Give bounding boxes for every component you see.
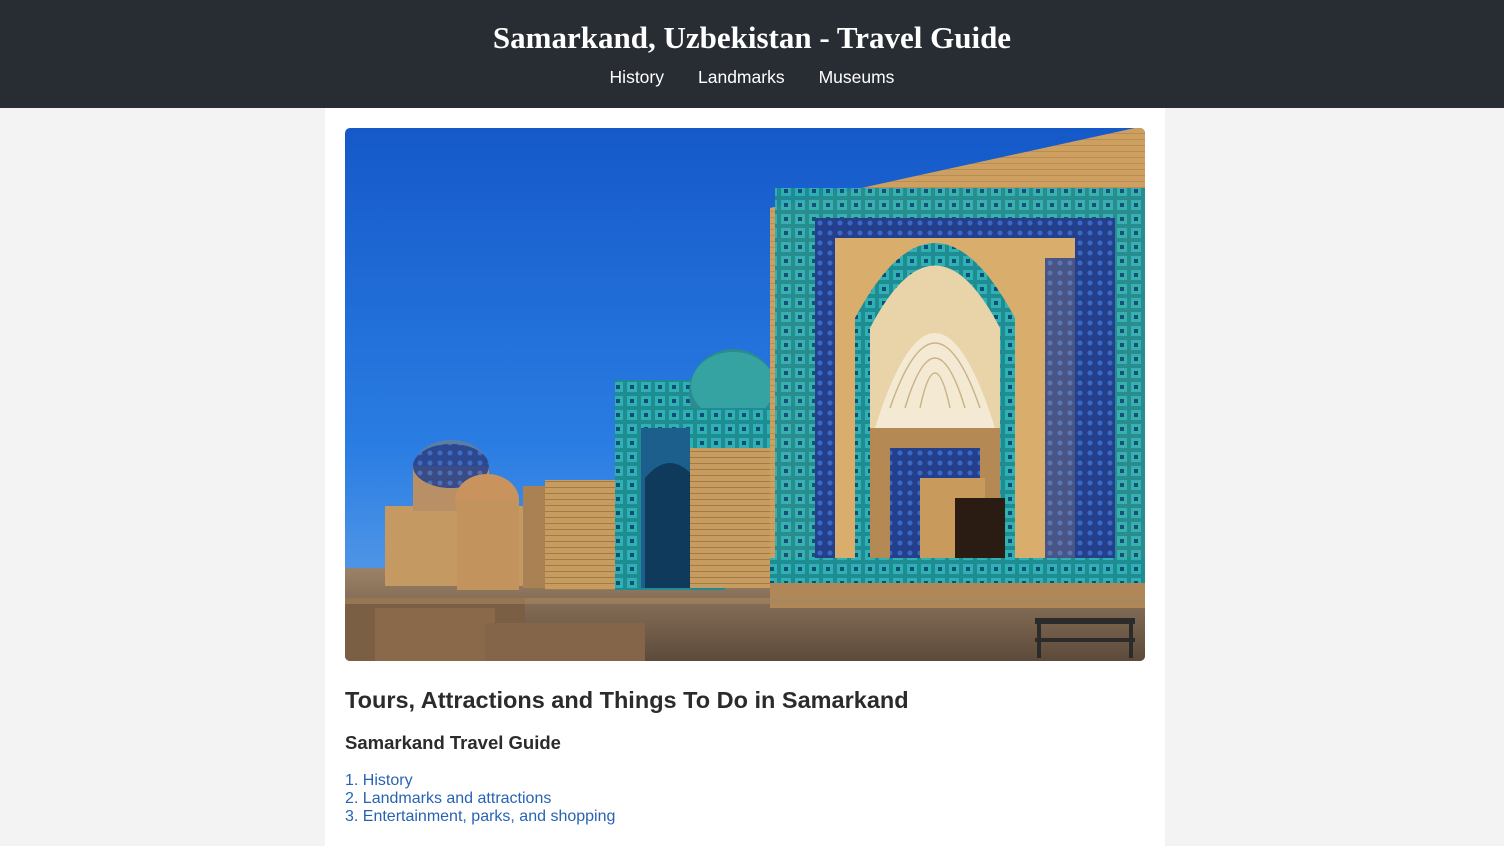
nav-link-landmarks[interactable]: Landmarks bbox=[698, 65, 785, 89]
section-subtitle: Samarkand Travel Guide bbox=[345, 732, 561, 753]
main-nav: History Landmarks Museums bbox=[0, 65, 1504, 89]
toc-link-landmarks[interactable]: 2. Landmarks and attractions bbox=[345, 790, 551, 807]
toc-item: 1. History bbox=[345, 772, 615, 790]
site-title: Samarkand, Uzbekistan - Travel Guide bbox=[492, 20, 1012, 55]
toc-item: 2. Landmarks and attractions bbox=[345, 790, 615, 808]
toc-link-entertainment[interactable]: 3. Entertainment, parks, and shopping bbox=[345, 808, 615, 825]
site-header: Samarkand, Uzbekistan - Travel Guide His… bbox=[0, 0, 1504, 108]
nav-link-museums[interactable]: Museums bbox=[819, 65, 895, 89]
table-of-contents: 1. History 2. Landmarks and attractions … bbox=[345, 772, 615, 826]
nav-link-history[interactable]: History bbox=[610, 65, 664, 89]
hero-image bbox=[345, 128, 1145, 661]
toc-link-history[interactable]: 1. History bbox=[345, 772, 413, 789]
toc-item: 3. Entertainment, parks, and shopping bbox=[345, 808, 615, 826]
page-title: Tours, Attractions and Things To Do in S… bbox=[345, 687, 909, 713]
main-content: Tours, Attractions and Things To Do in S… bbox=[325, 108, 1165, 846]
